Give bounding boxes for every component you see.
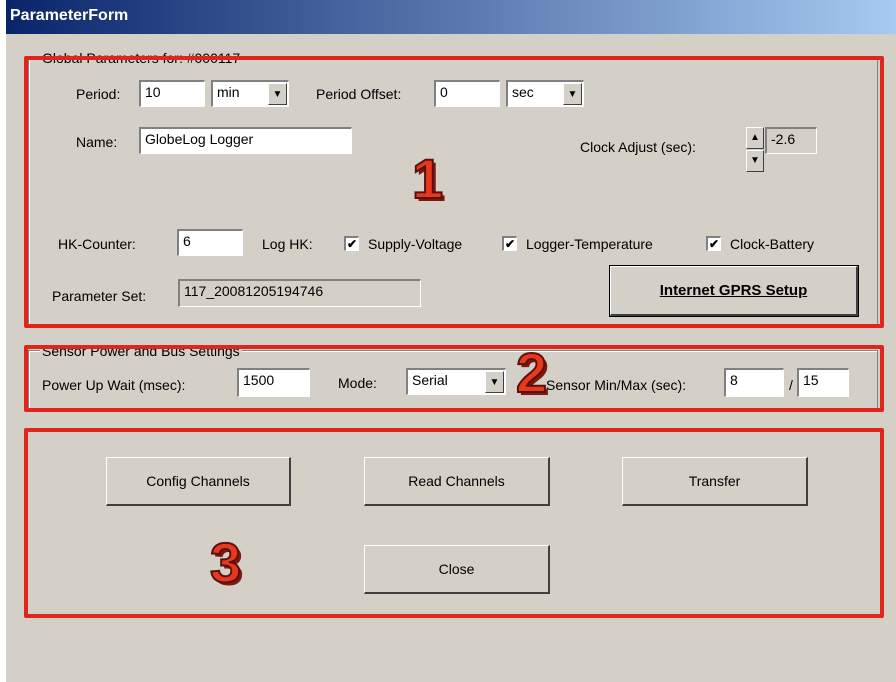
annotation-number-1: 1	[411, 146, 444, 211]
title-bar: ParameterForm	[6, 0, 896, 34]
annotation-box-1	[24, 56, 884, 328]
annotation-box-3	[24, 428, 884, 618]
parameter-form-window: ParameterForm Global Parameters for: #00…	[6, 0, 896, 682]
annotation-number-3: 3	[209, 530, 242, 595]
annotation-box-2	[24, 345, 884, 412]
annotation-number-2: 2	[515, 340, 548, 405]
window-title: ParameterForm	[10, 7, 129, 24]
